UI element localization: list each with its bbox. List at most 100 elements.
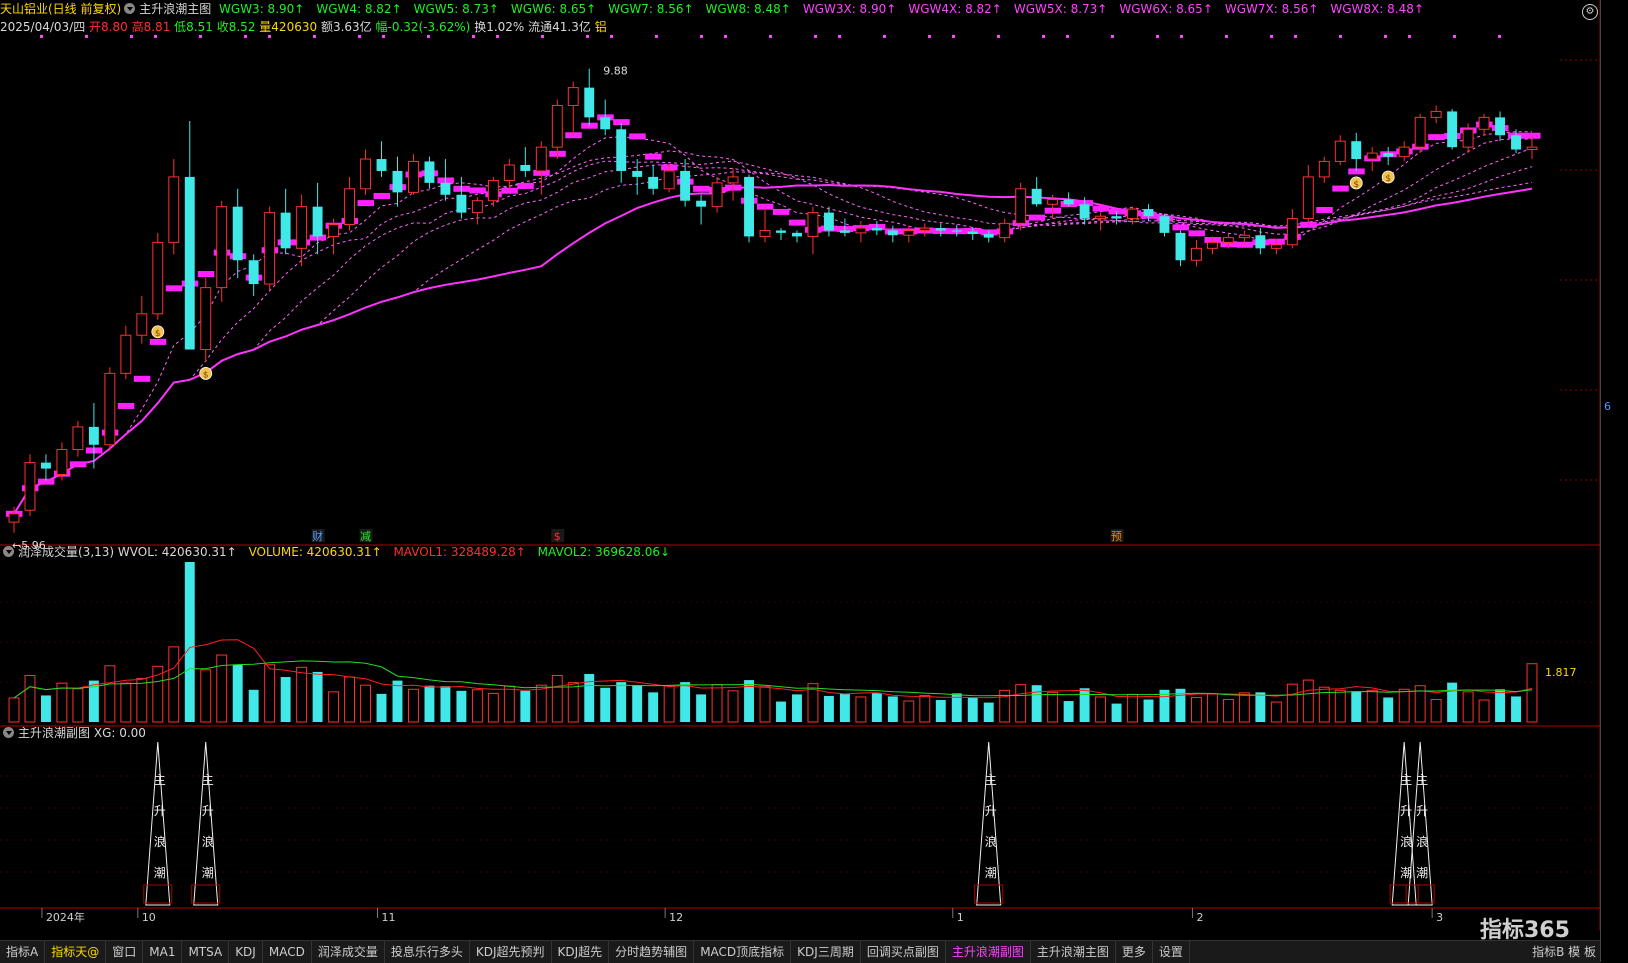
candle-body [1222, 237, 1234, 243]
volume-bar [1143, 699, 1154, 722]
event-marker-1: 减 [360, 530, 371, 543]
candle-body [807, 212, 819, 237]
quote-low: 低8.51 [174, 20, 213, 34]
candle-body [216, 206, 228, 289]
sub-panel-title[interactable]: 主升浪潮副图 [18, 726, 90, 740]
volume-bar [792, 694, 802, 722]
tab-14[interactable]: 回调买点副图 [861, 941, 946, 963]
event-marker-0: 财 [312, 529, 323, 543]
candle-body [232, 206, 243, 261]
volume-bar [1495, 689, 1506, 722]
volume-bar [344, 676, 356, 723]
x-axis-label-3: 12 [669, 911, 683, 924]
volume-bar [663, 685, 675, 723]
volume-bar [296, 666, 308, 723]
tab-15[interactable]: 主升浪潮副图 [946, 941, 1031, 963]
stock-name[interactable]: 天山铝业(日线 前复权) [0, 2, 121, 16]
volume-bar [855, 696, 867, 723]
volume-bar [1366, 689, 1378, 723]
volume-bar [632, 685, 643, 722]
tab-6[interactable]: MACD [263, 941, 312, 963]
signal-char: 升 [1400, 804, 1412, 818]
template-buttons[interactable]: 指标B 模 板 [1532, 941, 1600, 963]
ribbon-step [357, 200, 375, 207]
volume-bar [600, 687, 611, 722]
tab-10[interactable]: KDJ超先 [552, 941, 610, 963]
candle-body [520, 165, 531, 171]
candle-body [1255, 235, 1266, 249]
tab-18[interactable]: 设置 [1153, 941, 1190, 963]
quote-turnover: 换1.02% [474, 20, 525, 34]
tab-17[interactable]: 更多 [1116, 941, 1153, 963]
tab-11[interactable]: 分时趋势辅图 [609, 941, 695, 963]
price-axis-strip[interactable] [1600, 0, 1628, 962]
indicator-name[interactable]: 主升浪潮主图 [139, 2, 211, 16]
signal-char: 升 [1416, 804, 1428, 818]
volume-panel-title[interactable]: 润泽成交量(3,13) [18, 545, 114, 559]
volume-bar [471, 689, 483, 723]
quote-sector: 铝 [594, 20, 607, 34]
wgw-value-0: WGW3: 8.90↑ [219, 2, 305, 16]
volume-bar [1095, 696, 1107, 723]
quote-high: 高8.81 [131, 20, 171, 34]
volume-bar [136, 678, 148, 723]
x-axis-label-0: 2024年 [46, 910, 85, 924]
volume-bar [72, 688, 84, 723]
dropdown-icon[interactable] [3, 546, 14, 557]
tab-5[interactable]: KDJ [229, 941, 263, 963]
candle-body [1286, 218, 1298, 246]
candle-body [328, 224, 340, 237]
candle-body [1414, 116, 1426, 148]
tab-1[interactable]: 指标天@ [45, 941, 107, 963]
volume-bar [903, 700, 915, 723]
ribbon-step [469, 187, 486, 194]
chart-canvas[interactable]: 9.88←5.966财减$预$$$$$$1.817主升浪潮主升浪潮主升浪潮主升浪… [0, 0, 1628, 962]
signal-char: 升 [202, 804, 214, 818]
tab-3[interactable]: MA1 [143, 941, 183, 963]
candle-body [280, 212, 291, 249]
candle-body [648, 176, 659, 189]
signal-char: 升 [154, 804, 166, 818]
settings-icon[interactable]: ⚙ [1582, 4, 1598, 20]
tab-16[interactable]: 主升浪潮主图 [1031, 941, 1116, 963]
tab-4[interactable]: MTSA [182, 941, 230, 963]
tab-0[interactable]: 指标A [0, 941, 46, 963]
candle-body [1447, 111, 1458, 148]
volume-bar [1270, 701, 1282, 723]
candle-body [471, 200, 483, 214]
indicator-tab-bar: 指标A 指标天@ 窗口 MA1 MTSA KDJ MACD 润泽成交量 投息乐行多头 KDJ超先预… [0, 940, 1600, 963]
candle-body [759, 229, 771, 237]
volume-bar [104, 665, 116, 723]
signal-char: 浪 [202, 834, 214, 849]
tab-9[interactable]: KDJ超先预判 [470, 941, 552, 963]
dropdown-icon[interactable] [124, 3, 136, 14]
candle-body [632, 170, 643, 177]
wgw-values: WGW3: 8.90↑ WGW4: 8.82↑ WGW5: 8.73↑ WGW6: 8… [215, 2, 1432, 16]
candle-body [376, 159, 387, 171]
candle-body [1318, 160, 1330, 178]
tab-7[interactable]: 润泽成交量 [312, 941, 385, 963]
candle-body [776, 230, 786, 233]
signal-char: 主 [1416, 773, 1428, 787]
signal-char: 主 [202, 773, 214, 787]
volume-bar [1206, 693, 1218, 723]
ribbon-step [773, 208, 790, 215]
tab-2[interactable]: 窗口 [106, 941, 144, 963]
candle-body [1015, 188, 1027, 224]
tab-8[interactable]: 投息乐行多头 [385, 941, 470, 963]
volume-bar [1383, 697, 1394, 722]
volume-bar [1351, 691, 1362, 722]
candle-body [744, 176, 754, 237]
volume-bar [567, 682, 579, 723]
volume-bar [535, 684, 547, 723]
dropdown-icon[interactable] [3, 727, 14, 738]
quote-change: 幅-0.32(-3.62%) [375, 20, 471, 34]
tab-12[interactable]: MACD顶底指标 [694, 941, 792, 963]
signal-base [1405, 884, 1435, 904]
volume-bar [839, 693, 850, 722]
volume-value: VOLUME: 420630.31↑ [248, 545, 382, 559]
tab-13[interactable]: KDJ三周期 [791, 941, 861, 963]
candle-body [72, 426, 84, 451]
candle-body [1047, 199, 1059, 205]
high-price-label: 9.88 [603, 65, 628, 78]
